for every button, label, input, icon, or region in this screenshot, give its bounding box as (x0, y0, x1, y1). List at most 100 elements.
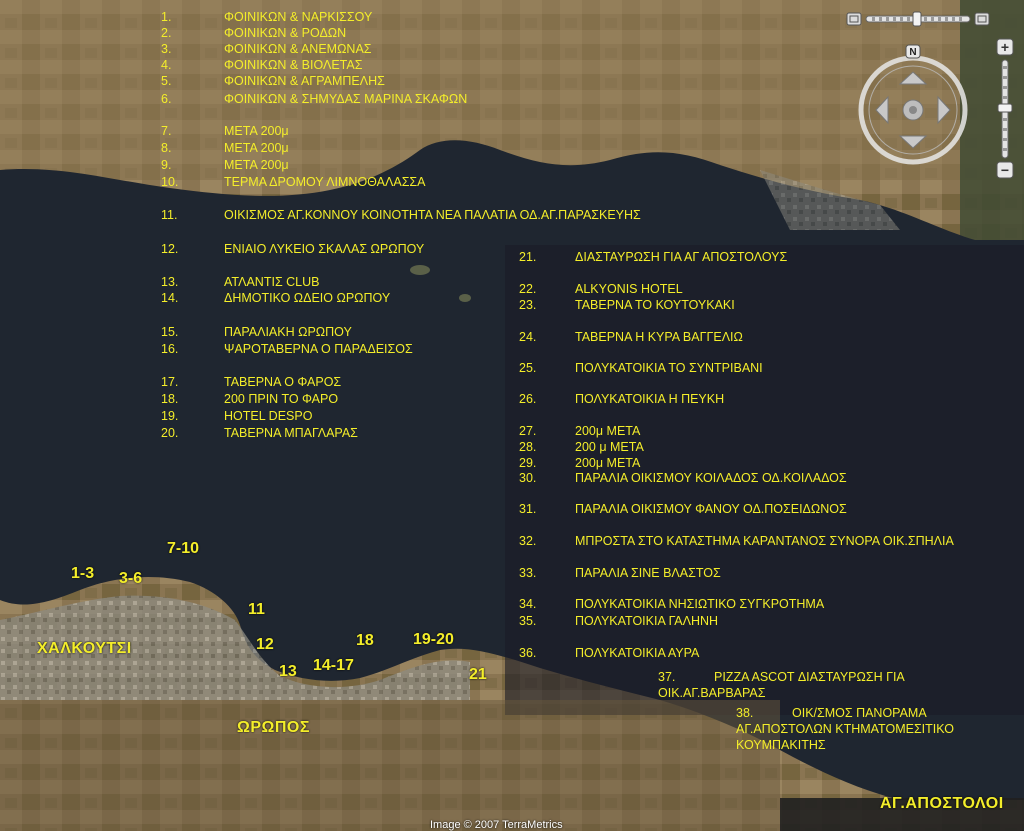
pan-up-icon[interactable] (898, 71, 928, 85)
legend-number: 11. (161, 208, 178, 222)
legend-text: 200μ ΜΕΤΑ (575, 424, 641, 438)
legend-text: ΠΑΡΑΛΙΑ ΟΙΚΙΣΜΟΥ ΚΟΙΛΑΔΟΣ ΟΔ.ΚΟΙΛΑΔΟΣ (575, 471, 847, 485)
tilt-slider[interactable] (846, 10, 990, 28)
legend-text: ΑΤΛΑΝΤΙΣ CLUB (224, 275, 320, 289)
legend-text: ΜΕΤΑ 200μ (224, 158, 289, 172)
legend-number: 7. (161, 124, 172, 138)
map-marker: 12 (256, 636, 274, 653)
legend-number: 33. (519, 566, 537, 580)
legend-text: 200 ΠΡΙΝ ΤΟ ΦΑΡΟ (224, 392, 339, 406)
legend-number: 18. (161, 392, 179, 406)
legend-number: 3. (161, 42, 172, 56)
legend-text: 200 μ ΜΕΤΑ (575, 440, 644, 454)
legend-number: 34. (519, 597, 537, 611)
legend-text: ΠΟΛΥΚΑΤΟΙΚΙΑ ΑΥΡΑ (575, 646, 700, 660)
zoom-out-icon: − (1001, 162, 1009, 178)
map-marker: 18 (356, 632, 374, 649)
map-marker: 19-20 (413, 631, 454, 648)
legend-text: ΤΑΒΕΡΝΑ ΜΠΑΓΛΑΡΑΣ (224, 426, 358, 440)
legend-number: 9. (161, 158, 172, 172)
legend-text: ΔΗΜΟΤΙΚΟ ΩΔΕΙΟ ΩΡΩΠΟΥ (224, 291, 391, 305)
legend-number: 10. (161, 175, 179, 189)
map-marker: 3-6 (119, 570, 143, 587)
legend-number: 13. (161, 275, 179, 289)
legend-text: ΦΟΙΝΙΚΩΝ & ΡΟΔΩΝ (224, 26, 347, 40)
imagery-copyright: Image © 2007 TerraMetrics (430, 819, 563, 831)
legend-number: 26. (519, 392, 537, 406)
legend-text: ΦΟΙΝΙΚΩΝ & ΒΙΟΛΕΤΑΣ (224, 58, 363, 72)
legend-number: 35. (519, 614, 537, 628)
legend-text: ALKYONIS HOTEL (575, 282, 683, 296)
legend-text-line2: ΑΓ.ΑΠΟΣΤΟΛΩΝ ΚΤΗΜΑΤΟΜΕΣΙΤΙΚΟ (736, 722, 954, 736)
map-marker: 14-17 (313, 657, 354, 674)
legend-text: ΠΟΛΥΚΑΤΟΙΚΙΑ ΤΟ ΣΥΝΤΡΙΒΑΝΙ (575, 361, 763, 375)
legend-number: 24. (519, 330, 537, 344)
legend-text: ΦΟΙΝΙΚΩΝ & ΑΝΕΜΩΝΑΣ (224, 42, 372, 56)
legend-text: PIZZA ASCOT ΔΙΑΣΤΑΥΡΩΣΗ ΓΙΑ (714, 670, 905, 684)
legend-number: 15. (161, 325, 179, 339)
legend-number: 32. (519, 534, 537, 548)
tilt-up-icon[interactable] (974, 12, 990, 26)
legend-text: ΠΑΡΑΛΙΑΚΗ ΩΡΩΠΟΥ (224, 325, 352, 339)
tilt-down-icon[interactable] (846, 12, 862, 26)
tilt-handle[interactable] (912, 11, 922, 27)
legend-number: 4. (161, 58, 172, 72)
legend-number: 29. (519, 456, 537, 470)
zoom-slider[interactable]: + − (996, 38, 1014, 180)
legend-number: 36. (519, 646, 537, 660)
legend-number: 1. (161, 10, 172, 24)
legend-number: 16. (161, 342, 179, 356)
zoom-handle[interactable] (997, 103, 1013, 113)
legend-text-line2: ΟΙΚ.ΑΓ.ΒΑΡΒΑΡΑΣ (658, 686, 766, 700)
pan-right-icon[interactable] (937, 95, 951, 125)
legend-number: 25. (519, 361, 537, 375)
legend-text: ΦΟΙΝΙΚΩΝ & ΝΑΡΚΙΣΣΟΥ (224, 10, 373, 24)
map-marker: 7-10 (167, 540, 200, 557)
place-label: ΑΓ.ΑΠΟΣΤΟΛΟΙ (880, 795, 1004, 812)
legend-text: ΤΑΒΕΡΝΑ Ο ΦΑΡΟΣ (224, 375, 342, 389)
legend-text: ΜΠΡΟΣΤΑ ΣΤΟ ΚΑΤΑΣΤΗΜΑ ΚΑΡΑΝΤΑΝΟΣ ΣΥΝΟΡΑ … (575, 534, 954, 548)
legend-number: 2. (161, 26, 172, 40)
legend-number: 8. (161, 141, 172, 155)
legend-text: ΠΑΡΑΛΙΑ ΣΙΝΕ ΒΛΑΣΤΟΣ (575, 566, 721, 580)
legend-number: 31. (519, 502, 537, 516)
zoom-in-icon: + (1001, 39, 1009, 55)
legend-number: 23. (519, 298, 537, 312)
map-marker: 13 (279, 663, 297, 680)
legend-number: 27. (519, 424, 537, 438)
place-label: ΧΑΛΚΟΥΤΣΙ (37, 640, 132, 657)
legend-text: ΜΕΤΑ 200μ (224, 141, 289, 155)
legend-number: 28. (519, 440, 537, 454)
legend-text: ΠΟΛΥΚΑΤΟΙΚΙΑ ΝΗΣΙΩΤΙΚΟ ΣΥΓΚΡΟΤΗΜΑ (575, 597, 825, 611)
legend-text: ΤΑΒΕΡΝΑ ΤΟ ΚΟΥΤΟΥΚΑΚΙ (575, 298, 735, 312)
legend-text: ΟΙΚ/ΣΜΟΣ ΠΑΝΟΡΑΜΑ (792, 706, 927, 720)
legend-number: 30. (519, 471, 537, 485)
legend-text: ΠΑΡΑΛΙΑ ΟΙΚΙΣΜΟΥ ΦΑΝΟΥ ΟΔ.ΠΟΣΕΙΔΩΝΟΣ (575, 502, 847, 516)
compass-north-label: N (909, 47, 916, 58)
legend-text: ΤΑΒΕΡΝΑ Η ΚΥΡΑ ΒΑΓΓΕΛΙΩ (575, 330, 743, 344)
legend-number: 37. (658, 670, 676, 684)
navigation-control[interactable]: N (856, 44, 970, 168)
legend-text: ΜΕΤΑ 200μ (224, 124, 289, 138)
legend-number: 19. (161, 409, 179, 423)
legend-text: ΨΑΡΟΤΑΒΕΡΝΑ Ο ΠΑΡΑΔΕΙΣΟΣ (224, 342, 413, 356)
map-marker: 1-3 (71, 565, 95, 582)
legend-text: ΤΕΡΜΑ ΔΡΟΜΟΥ ΛΙΜΝΟΘΑΛΑΣΣΑ (224, 175, 426, 189)
legend-text: ΦΟΙΝΙΚΩΝ & ΑΓΡΑΜΠΕΛΗΣ (224, 74, 385, 88)
legend-text: ΠΟΛΥΚΑΤΟΙΚΙΑ Η ΠΕΥΚΗ (575, 392, 725, 406)
legend-text: ΠΟΛΥΚΑΤΟΙΚΙΑ ΓΑΛΗΝΗ (575, 614, 719, 628)
legend-number: 6. (161, 92, 172, 106)
legend-text: ΔΙΑΣΤΑΥΡΩΣΗ ΓΙΑ ΑΓ ΑΠΟΣΤΟΛΟΥΣ (575, 250, 788, 264)
legend-number: 38. (736, 706, 754, 720)
pan-down-icon[interactable] (898, 135, 928, 149)
legend-text: HOTEL DESPO (224, 409, 313, 423)
legend-number: 22. (519, 282, 537, 296)
pan-left-icon[interactable] (875, 95, 889, 125)
map-marker: 11 (248, 601, 265, 618)
legend-number: 20. (161, 426, 179, 440)
place-label: ΩΡΩΠΟΣ (237, 719, 310, 736)
legend-text: 200μ ΜΕΤΑ (575, 456, 641, 470)
legend-number: 5. (161, 74, 172, 88)
legend-text: ΟΙΚΙΣΜΟΣ ΑΓ.ΚΟΝΝΟΥ ΚΟΙΝΟΤΗΤΑ ΝΕΑ ΠΑΛΑΤΙΑ… (224, 208, 641, 222)
legend-number: 17. (161, 375, 179, 389)
